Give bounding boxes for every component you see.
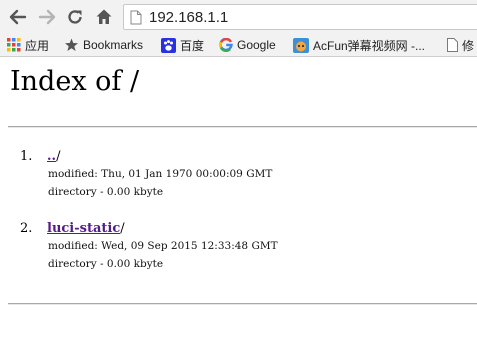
- bookmark-label: Bookmarks: [83, 38, 144, 52]
- bookmark-folder-bookmarks[interactable]: Bookmarks: [64, 34, 143, 56]
- divider-top: [8, 126, 477, 128]
- url-text: 192.168.1.1: [149, 9, 229, 26]
- home-icon: [96, 9, 112, 24]
- directory-link[interactable]: luci-static: [47, 221, 120, 236]
- path-suffix: /: [56, 149, 61, 164]
- bookmarks-bar: 应用 Bookmarks 百度 Google AcFun弹幕视频网 -... 修: [0, 34, 477, 57]
- google-g-icon: [219, 38, 233, 52]
- bookmark-google[interactable]: Google: [219, 34, 276, 56]
- star-icon: [64, 38, 79, 52]
- apps-grid-icon: [7, 38, 21, 52]
- forward-arrow-icon: [38, 9, 56, 25]
- bookmark-baidu[interactable]: 百度: [161, 34, 204, 56]
- path-suffix: /: [120, 221, 125, 236]
- list-number: 1.: [20, 149, 33, 164]
- home-button[interactable]: [94, 6, 114, 28]
- list-number: 2.: [20, 221, 33, 236]
- bookmark-label: Google: [237, 38, 276, 52]
- bookmark-label: 修: [462, 38, 475, 53]
- reload-icon: [68, 10, 82, 24]
- bookmark-apps[interactable]: 应用: [7, 34, 49, 56]
- modified-text: modified: Thu, 01 Jan 1970 00:00:09 GMT: [48, 168, 273, 180]
- page-title: Index of /: [10, 66, 140, 97]
- bookmark-label: 百度: [180, 38, 205, 53]
- back-button[interactable]: [8, 6, 28, 28]
- bookmark-acfun[interactable]: AcFun弹幕视频网 -...: [293, 34, 425, 56]
- entry-link-line: luci-static/: [47, 221, 125, 236]
- directory-link[interactable]: ..: [47, 149, 56, 164]
- bookmark-label: 应用: [25, 38, 50, 53]
- entry-link-line: ../: [47, 149, 60, 164]
- baidu-paw-icon: [161, 37, 176, 53]
- divider-bottom: [8, 303, 477, 305]
- size-text: directory - 0.00 kbyte: [48, 258, 164, 270]
- page-icon: [447, 38, 458, 52]
- modified-text: modified: Wed, 09 Sep 2015 12:33:48 GMT: [48, 240, 278, 252]
- acfun-icon: [293, 37, 309, 53]
- forward-button[interactable]: [37, 6, 57, 28]
- bookmark-label: AcFun弹幕视频网 -...: [313, 38, 426, 53]
- bookmark-other[interactable]: 修: [447, 34, 474, 56]
- reload-button[interactable]: [65, 6, 85, 28]
- page-icon: [130, 10, 142, 25]
- back-arrow-icon: [9, 9, 27, 25]
- address-bar[interactable]: 192.168.1.1: [123, 4, 477, 30]
- browser-toolbar: 192.168.1.1: [0, 0, 477, 34]
- size-text: directory - 0.00 kbyte: [48, 186, 164, 198]
